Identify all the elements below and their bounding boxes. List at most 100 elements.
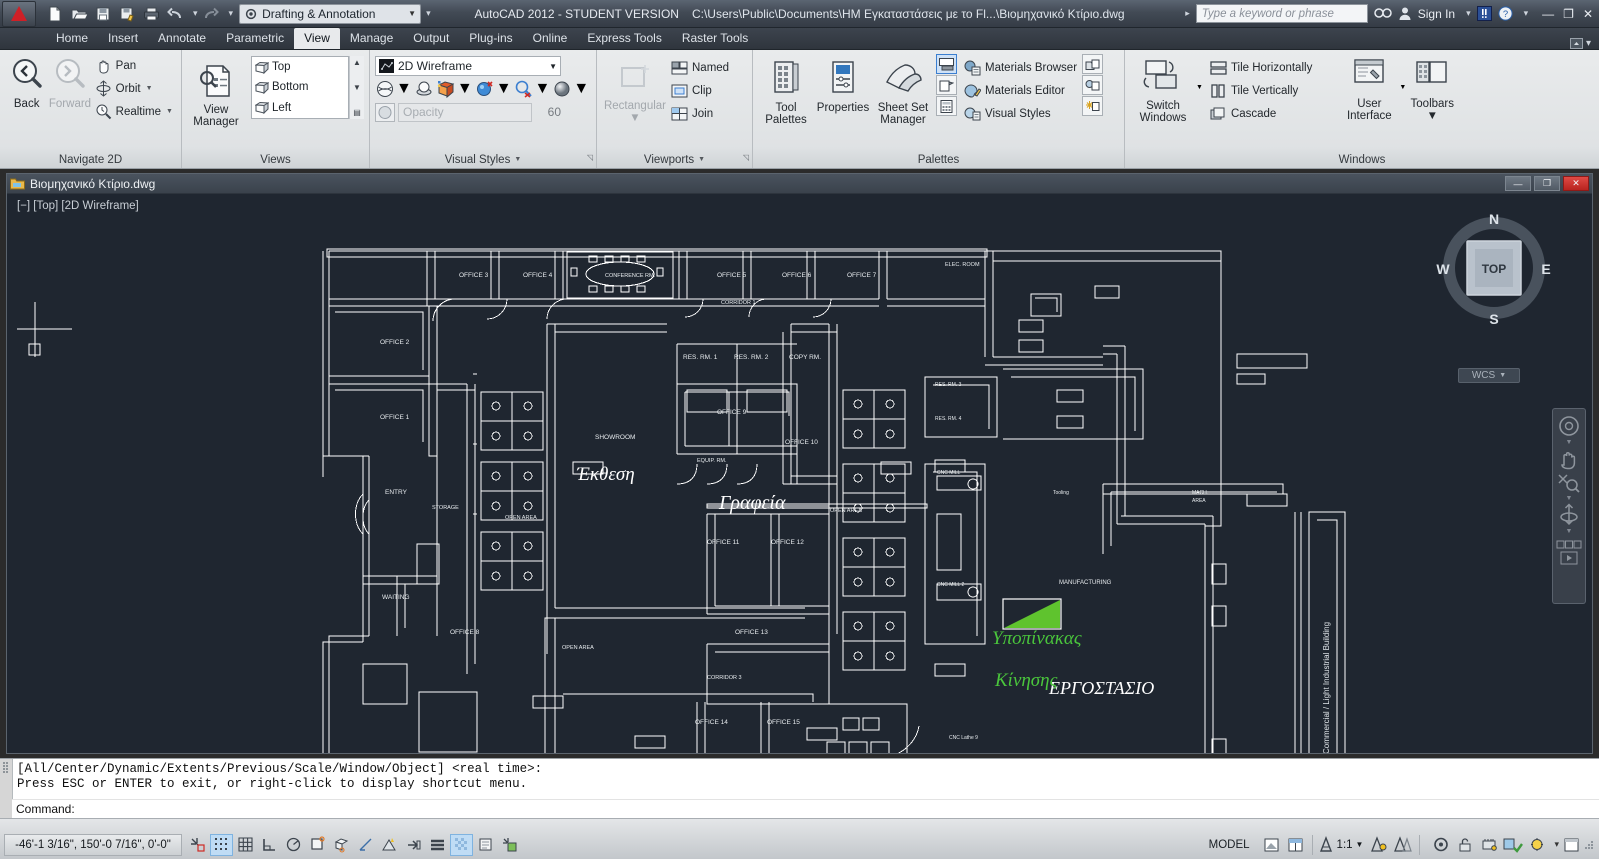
clip-viewport-button[interactable]: Clip bbox=[668, 79, 732, 102]
steering-wheels-icon[interactable] bbox=[1557, 414, 1581, 438]
save-as-button[interactable] bbox=[116, 3, 138, 25]
back-button[interactable]: Back bbox=[5, 54, 48, 110]
external-references-button[interactable] bbox=[1082, 54, 1104, 74]
views-list-scrollbar[interactable]: ▲ ▼ ▤ bbox=[349, 56, 364, 119]
grid-mode-toggle[interactable] bbox=[234, 834, 257, 856]
materials-browser-button[interactable]: Materials Browser bbox=[961, 56, 1080, 79]
markup-set-button[interactable] bbox=[936, 75, 957, 95]
ucs-selector[interactable]: WCS ▼ bbox=[1458, 368, 1520, 383]
user-interface-button[interactable]: User Interface bbox=[1339, 54, 1399, 123]
tab-home[interactable]: Home bbox=[46, 28, 98, 49]
viewcube[interactable]: TOP N E S W WCS ▼ bbox=[1434, 208, 1554, 393]
orbit-caret[interactable]: ▼ bbox=[1566, 528, 1573, 535]
visual-styles-palette-button[interactable]: Visual Styles bbox=[961, 102, 1080, 125]
plot-button[interactable] bbox=[140, 3, 162, 25]
tab-parametric[interactable]: Parametric bbox=[216, 28, 294, 49]
realtime-dropdown-caret[interactable]: ▼ bbox=[166, 108, 173, 115]
orbit-button[interactable]: Orbit ▼ bbox=[92, 77, 176, 100]
orbit-icon[interactable] bbox=[1557, 503, 1581, 527]
zoom-icon[interactable] bbox=[1557, 472, 1581, 494]
tab-insert[interactable]: Insert bbox=[98, 28, 148, 49]
drawing-close-button[interactable]: ✕ bbox=[1563, 176, 1589, 191]
dynamic-input-toggle[interactable] bbox=[402, 834, 425, 856]
undo-button[interactable] bbox=[164, 3, 186, 25]
ribbon-minimize-caret[interactable]: ▾ bbox=[1586, 38, 1591, 49]
help-icon[interactable]: ? bbox=[1498, 6, 1513, 21]
grid-display-toggle[interactable] bbox=[210, 833, 233, 856]
tab-view[interactable]: View bbox=[294, 28, 340, 49]
dynamic-ucs-toggle[interactable] bbox=[378, 834, 401, 856]
tile-vertically-button[interactable]: Tile Vertically bbox=[1207, 79, 1315, 102]
shadow-mode-button[interactable]: ▼ bbox=[552, 79, 589, 99]
realtime-zoom-button[interactable]: Realtime ▼ bbox=[92, 100, 176, 123]
face-style-caret[interactable]: ▼ bbox=[396, 80, 412, 98]
save-file-button[interactable] bbox=[92, 3, 114, 25]
pan-button[interactable]: Pan bbox=[92, 54, 176, 77]
3d-object-snap-toggle[interactable] bbox=[330, 834, 353, 856]
object-snap-toggle[interactable] bbox=[306, 834, 329, 856]
hide-objects-button[interactable]: ▼ bbox=[514, 79, 550, 99]
coordinate-display[interactable]: -46'-1 3/16", 150'-0 7/16", 0'-0" bbox=[4, 833, 182, 856]
command-input[interactable]: Command: bbox=[12, 799, 1599, 818]
tab-manage[interactable]: Manage bbox=[340, 28, 403, 49]
xray-mode-icon[interactable] bbox=[375, 102, 395, 122]
visual-style-combo[interactable]: 2D Wireframe ▼ bbox=[375, 56, 561, 76]
zoom-caret[interactable]: ▼ bbox=[1566, 495, 1573, 502]
chevron-down-icon[interactable]: ▼ bbox=[1499, 372, 1506, 379]
chevron-down-icon[interactable]: ▼ bbox=[549, 62, 557, 71]
sign-in-caret[interactable]: ▾ bbox=[1466, 8, 1471, 19]
shadow-display-button[interactable] bbox=[414, 79, 434, 99]
undo-dropdown-caret[interactable]: ▾ bbox=[193, 8, 198, 19]
sign-in-button[interactable]: Sign In bbox=[1418, 7, 1455, 21]
scroll-down-icon[interactable]: ▼ bbox=[353, 83, 361, 92]
command-line-grip[interactable] bbox=[0, 759, 12, 818]
showmotion-thumbs-icon[interactable] bbox=[1556, 540, 1582, 550]
tile-horizontally-button[interactable]: Tile Horizontally bbox=[1207, 56, 1315, 79]
rectangular-caret[interactable]: ▼ bbox=[629, 112, 640, 125]
materials-editor-button[interactable]: Materials Editor bbox=[961, 79, 1080, 102]
lineweight-toggle[interactable] bbox=[426, 834, 449, 856]
clean-screen-button[interactable] bbox=[1560, 834, 1583, 856]
snap-mode-toggle[interactable] bbox=[186, 834, 209, 856]
showmotion-play-icon[interactable] bbox=[1560, 551, 1578, 565]
hardware-acceleration-button[interactable] bbox=[1477, 834, 1500, 856]
view-item-top[interactable]: Top bbox=[252, 57, 348, 77]
tab-raster-tools[interactable]: Raster Tools bbox=[672, 28, 758, 49]
redo-button[interactable] bbox=[200, 3, 222, 25]
polar-tracking-toggle[interactable] bbox=[282, 834, 305, 856]
navigation-bar[interactable]: ▼ ▼ ▼ bbox=[1552, 408, 1586, 604]
rectangular-viewport-button[interactable]: Rectangular ▼ bbox=[602, 54, 668, 125]
ribbon-minimize-icon[interactable] bbox=[1569, 38, 1583, 49]
quick-view-layouts-button[interactable] bbox=[1260, 834, 1283, 856]
user-interface-caret[interactable]: ▼ bbox=[1399, 84, 1406, 91]
materials-caret[interactable]: ▼ bbox=[496, 80, 512, 98]
views-list[interactable]: Top Bottom Left bbox=[251, 56, 349, 119]
forward-button[interactable]: Forward bbox=[48, 54, 91, 110]
help-caret[interactable]: ▾ bbox=[1524, 8, 1529, 19]
toolbars-caret[interactable]: ▼ bbox=[1427, 110, 1438, 123]
dbconnect-button[interactable] bbox=[1082, 75, 1104, 95]
quick-view-drawings-button[interactable] bbox=[1284, 834, 1307, 856]
chevron-down-icon[interactable]: ▼ bbox=[408, 9, 416, 18]
tab-output[interactable]: Output bbox=[403, 28, 459, 49]
infocenter-expand-caret[interactable]: ▸ bbox=[1185, 8, 1190, 19]
search-icon[interactable] bbox=[1374, 6, 1392, 21]
view-item-left[interactable]: Left bbox=[252, 98, 348, 118]
status-bar-menu-button[interactable] bbox=[1525, 834, 1548, 856]
join-viewports-button[interactable]: Join bbox=[668, 102, 732, 125]
materials-button[interactable]: ▼ bbox=[475, 79, 512, 99]
selection-cycling-toggle[interactable] bbox=[498, 834, 521, 856]
autocad-application-menu-button[interactable] bbox=[2, 0, 36, 27]
open-file-button[interactable] bbox=[68, 3, 90, 25]
shadow-mode-caret[interactable]: ▼ bbox=[573, 80, 589, 98]
viewports-panel-caret[interactable]: ▼ bbox=[698, 152, 705, 168]
dwg-manager-button[interactable] bbox=[936, 54, 957, 74]
cascade-button[interactable]: Cascade bbox=[1207, 102, 1315, 125]
model-space-button[interactable]: MODEL bbox=[1203, 834, 1256, 856]
edge-color-button[interactable]: ▼ bbox=[436, 79, 473, 99]
tab-annotate[interactable]: Annotate bbox=[148, 28, 216, 49]
transparency-toggle[interactable] bbox=[450, 833, 473, 856]
new-file-button[interactable] bbox=[44, 3, 66, 25]
view-item-bottom[interactable]: Bottom bbox=[252, 77, 348, 97]
maximize-button[interactable]: ❐ bbox=[1563, 7, 1574, 21]
